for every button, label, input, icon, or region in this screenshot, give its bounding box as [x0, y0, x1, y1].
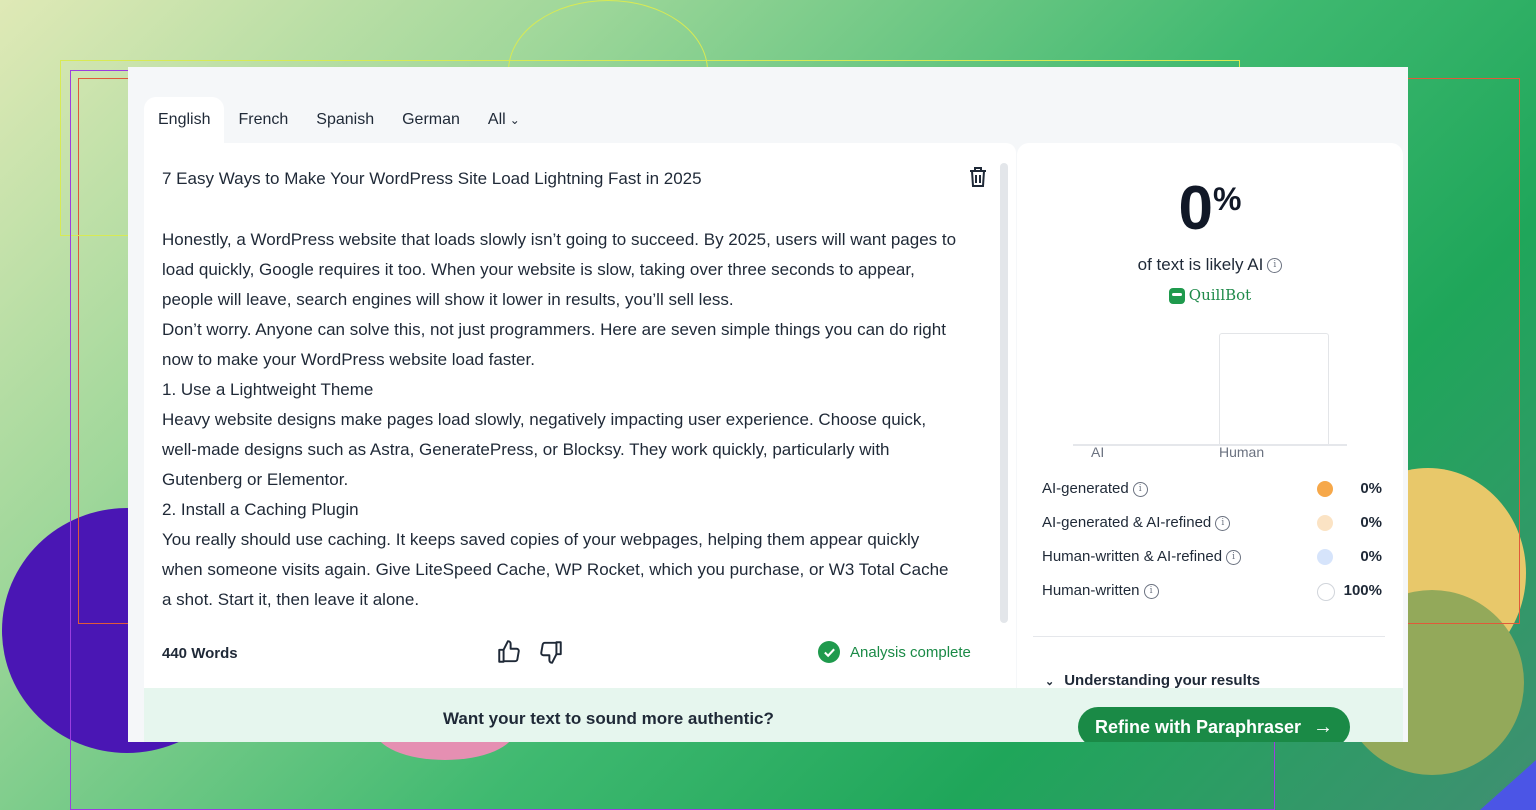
legend-dot: [1317, 549, 1333, 565]
legend-label: Human-written: [1042, 582, 1140, 599]
bg-triangle-blue: [1480, 760, 1536, 810]
scrollbar[interactable]: [1000, 163, 1008, 623]
paragraph: Honestly, a WordPress website that loads…: [162, 230, 957, 309]
ai-percentage-sign: %: [1213, 181, 1242, 217]
info-icon[interactable]: i: [1267, 258, 1283, 274]
tab-label: All: [487, 111, 506, 128]
tab-german[interactable]: German: [388, 97, 474, 143]
legend-value: 100%: [1343, 582, 1382, 599]
legend-value: 0%: [1360, 548, 1382, 565]
paragraph: 2. Install a Caching Plugin: [162, 500, 359, 519]
analysis-status-text: Analysis complete: [850, 643, 971, 661]
likely-ai-text: of text is likely AI: [1137, 255, 1264, 274]
legend-label: AI-generated: [1042, 480, 1129, 497]
refine-with-paraphraser-button[interactable]: Refine with Paraphraser →: [1078, 707, 1350, 742]
legend-label: AI-generated & AI-refined: [1042, 514, 1212, 531]
chart-label-ai: AI: [1091, 444, 1105, 460]
tab-english[interactable]: English: [144, 97, 225, 143]
legend-row-human-written: Human-written i 100%: [1042, 579, 1382, 603]
info-icon[interactable]: i: [1215, 515, 1231, 531]
paragraph: Heavy website designs make pages load sl…: [162, 410, 927, 489]
legend-dot: [1317, 481, 1333, 497]
chart-label-human: Human: [1219, 444, 1265, 460]
legend-row-ai-generated: AI-generated i 0%: [1042, 477, 1382, 501]
info-icon[interactable]: i: [1132, 481, 1148, 497]
chevron-down-icon: ⌄: [509, 113, 520, 127]
legend-value: 0%: [1360, 514, 1382, 531]
info-icon[interactable]: i: [1143, 583, 1159, 599]
info-icon[interactable]: i: [1226, 549, 1242, 565]
result-bar-chart: [1073, 323, 1347, 448]
paragraph: Don’t worry. Anyone can solve this, not …: [162, 320, 946, 369]
results-panel: 0% of text is likely AI i QuillBot AI Hum…: [1017, 143, 1403, 689]
divider: [1033, 636, 1385, 637]
brand-name: QuillBot: [1188, 286, 1252, 304]
trash-icon[interactable]: [966, 165, 990, 189]
legend-row-human-ai-refined: Human-written & AI-refined i 0%: [1042, 545, 1382, 569]
paraphraser-banner: Want your text to sound more authentic? …: [144, 688, 1403, 742]
legend-value: 0%: [1360, 480, 1382, 497]
tab-all-dropdown[interactable]: All ⌄: [474, 97, 534, 143]
text-editor-panel: 7 Easy Ways to Make Your WordPress Site …: [144, 143, 1016, 688]
text-input-area[interactable]: Honestly, a WordPress website that loads…: [162, 225, 962, 615]
check-circle-icon: [818, 641, 840, 663]
tab-label: Spanish: [316, 111, 375, 128]
likely-ai-label: of text is likely AI i: [1017, 255, 1403, 275]
thumbs-up-icon[interactable]: [496, 639, 522, 665]
paragraph: You really should use caching. It keeps …: [162, 530, 949, 609]
understanding-results-toggle[interactable]: ⌄ Understanding your results: [1045, 672, 1260, 689]
document-title[interactable]: 7 Easy Ways to Make Your WordPress Site …: [162, 169, 702, 189]
language-tabs: English French Spanish German All ⌄: [144, 97, 534, 143]
tab-label: French: [238, 111, 289, 128]
ai-percentage: 0%: [1017, 173, 1403, 244]
paragraph: 1. Use a Lightweight Theme: [162, 380, 374, 399]
chart-bar-human: [1219, 333, 1329, 444]
ai-percentage-number: 0: [1178, 174, 1214, 243]
editor-footer: 440 Words Analysis complete: [144, 633, 1016, 677]
detector-window: English French Spanish German All ⌄ 7 Eas…: [128, 67, 1408, 742]
word-count: 440 Words: [162, 645, 238, 662]
tab-label: English: [158, 111, 211, 128]
refine-button-label: Refine with Paraphraser: [1094, 716, 1302, 737]
legend-dot: [1317, 515, 1333, 531]
analysis-status: Analysis complete: [818, 641, 971, 663]
quillbot-logo: QuillBot: [1017, 286, 1403, 304]
legend-row-ai-refined: AI-generated & AI-refined i 0%: [1042, 511, 1382, 535]
legend-dot: [1317, 583, 1335, 601]
chevron-down-icon: ⌄: [1045, 676, 1055, 688]
tab-french[interactable]: French: [224, 97, 302, 143]
legend-label: Human-written & AI-refined: [1042, 548, 1223, 565]
thumbs-down-icon[interactable]: [538, 639, 564, 665]
understanding-label: Understanding your results: [1064, 672, 1261, 689]
banner-text: Want your text to sound more authentic?: [443, 709, 774, 728]
chart-baseline: [1073, 444, 1347, 446]
tab-spanish[interactable]: Spanish: [302, 97, 388, 143]
tab-label: German: [402, 111, 460, 128]
robot-icon: [1168, 288, 1185, 304]
arrow-right-icon: →: [1313, 715, 1334, 738]
